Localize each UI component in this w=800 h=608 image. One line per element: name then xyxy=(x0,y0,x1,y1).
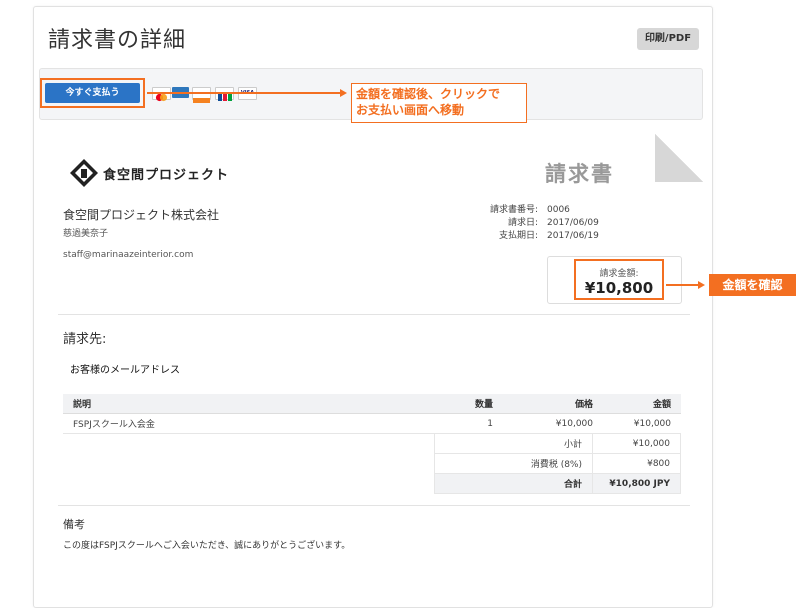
pay-callout-arrow xyxy=(147,92,340,94)
company-logo-icon xyxy=(70,159,98,187)
pay-now-button[interactable]: 今すぐ支払う xyxy=(45,83,140,103)
invoice-document xyxy=(41,134,703,574)
company-logo-text: 食空間プロジェクト xyxy=(103,168,230,183)
notes-divider xyxy=(58,505,690,506)
contact-name: 慈過美奈子 xyxy=(63,229,109,239)
due-date-label: 支払期日: xyxy=(498,231,538,241)
invoice-number: 0006 xyxy=(547,205,570,215)
invoice-date: 2017/06/09 xyxy=(547,218,599,228)
subtotal-label: 小計 xyxy=(434,433,593,454)
notes-label: 備考 xyxy=(63,518,85,531)
item-quantity: 1 xyxy=(443,413,503,434)
pay-callout-line2: お支払い画面へ移動 xyxy=(356,103,465,117)
tax-value: ¥800 xyxy=(592,453,681,474)
due-date: 2017/06/19 xyxy=(547,231,599,241)
notes-text: この度はFSPJスクールへご入会いただき、誠にありがとうございます。 xyxy=(63,541,351,551)
invoice-meta-labels: 請求書番号: 請求日: 支払期日: xyxy=(460,204,538,243)
print-pdf-button[interactable]: 印刷/PDF xyxy=(637,28,699,50)
page-title: 請求書の詳細 xyxy=(48,28,187,53)
total-label: 合計 xyxy=(434,473,593,494)
amount-label: 請求金額: xyxy=(599,269,639,279)
amount-value: ¥10,800 xyxy=(584,279,654,297)
summary-table: 小計 ¥10,000 消費税 (8%) ¥800 合計 ¥10,800 JPY xyxy=(434,433,681,494)
tax-row: 消費税 (8%) ¥800 xyxy=(434,453,681,474)
invoice-meta-values: 0006 2017/06/09 2017/06/19 xyxy=(547,204,599,243)
amount-callout-arrow xyxy=(666,284,698,286)
item-amount: ¥10,000 xyxy=(603,413,681,434)
invoice-number-label: 請求書番号: xyxy=(489,205,538,215)
pay-callout-line1: 金額を確認後、クリックで xyxy=(356,87,501,101)
pay-callout: 金額を確認後、クリックで お支払い画面へ移動 xyxy=(351,83,527,123)
table-header-row: 説明 数量 価格 金額 xyxy=(63,394,681,414)
col-quantity: 数量 xyxy=(443,394,503,414)
subtotal-row: 小計 ¥10,000 xyxy=(434,433,681,454)
bill-to-name: お客様のメールアドレス xyxy=(70,365,180,376)
col-price: 価格 xyxy=(503,394,603,414)
amount-highlight: 請求金額: ¥10,800 xyxy=(574,259,664,300)
pay-now-highlight: 今すぐ支払う xyxy=(40,78,145,108)
col-description: 説明 xyxy=(63,394,443,414)
company-name: 食空間プロジェクト株式会社 xyxy=(63,208,220,222)
document-title: 請求書 xyxy=(545,162,614,186)
amount-callout: 金額を確認 xyxy=(709,274,796,296)
table-row: FSPJスクール入会金 1 ¥10,000 ¥10,000 xyxy=(63,413,681,434)
bill-to-label: 請求先: xyxy=(63,332,107,347)
item-price: ¥10,000 xyxy=(503,413,603,434)
total-row: 合計 ¥10,800 JPY xyxy=(434,473,681,494)
total-value: ¥10,800 JPY xyxy=(592,473,681,494)
line-items-table: 説明 数量 価格 金額 FSPJスクール入会金 1 ¥10,000 ¥10,00… xyxy=(63,394,681,434)
section-divider xyxy=(58,314,690,315)
tax-label: 消費税 (8%) xyxy=(434,453,593,474)
invoice-date-label: 請求日: xyxy=(507,218,538,228)
page-fold-corner xyxy=(655,134,703,182)
pay-callout-arrowhead xyxy=(340,89,347,97)
col-amount: 金額 xyxy=(603,394,681,414)
subtotal-value: ¥10,000 xyxy=(592,433,681,454)
amount-callout-arrowhead xyxy=(698,281,705,289)
company-email: staff@marinaazeinterior.com xyxy=(63,250,194,260)
item-description: FSPJスクール入会金 xyxy=(63,413,443,434)
amount-callout-text: 金額を確認 xyxy=(722,278,783,292)
